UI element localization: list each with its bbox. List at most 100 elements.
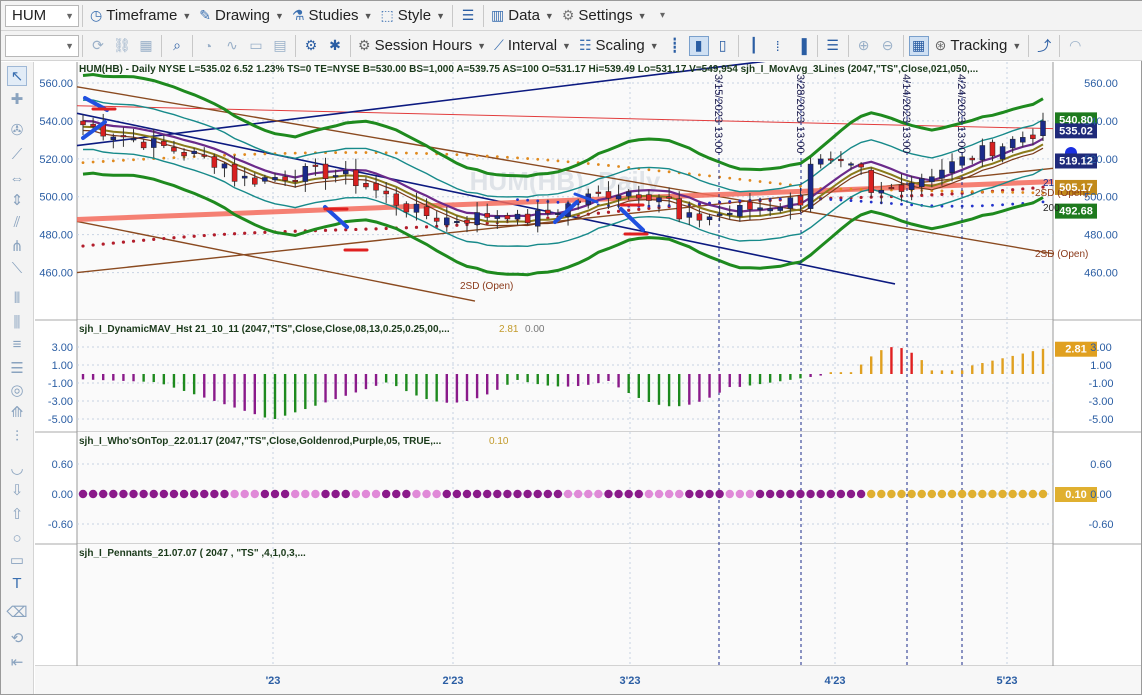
who-on-top-dot xyxy=(311,489,320,499)
candle-body xyxy=(312,164,319,167)
dotted-ma-orange xyxy=(526,157,530,160)
candle-body xyxy=(282,176,288,181)
price-tick-left: 520.00 xyxy=(39,154,73,166)
crosshair-icon[interactable]: ✚ xyxy=(7,89,27,109)
horizontal-arrows-icon[interactable]: ⇔ xyxy=(7,168,27,188)
arrow-down-icon[interactable]: ⇩ xyxy=(7,480,27,500)
chart-area[interactable]: HUM(HB), Daily 560.00 560.00 540.00 540.00 5… xyxy=(35,62,1141,694)
speed-lines-icon[interactable]: ⟰ xyxy=(7,402,27,422)
candle-body xyxy=(676,198,682,220)
studies-menu[interactable]: ⚗ Studies ▼ xyxy=(288,4,377,28)
divider xyxy=(816,34,818,57)
who-on-top-dot xyxy=(563,489,573,499)
pointer-icon[interactable]: ↖ xyxy=(7,66,27,86)
candle-body xyxy=(1009,138,1016,149)
candle-body xyxy=(787,197,794,209)
cycle-icon[interactable]: ⫶ xyxy=(7,426,27,446)
layout-icon[interactable]: ☰ xyxy=(458,6,478,26)
who-on-top-dot xyxy=(472,489,482,499)
interval-menu[interactable]: ⟋ Interval ▼ xyxy=(490,34,575,58)
toolbar-overflow-icon[interactable]: ▾ xyxy=(653,6,673,26)
dotted-ma-red xyxy=(334,228,338,232)
renko-icon[interactable]: ▐ xyxy=(792,36,812,56)
who-on-top-dot xyxy=(533,489,542,499)
circle-target-icon[interactable]: ◎ xyxy=(7,380,27,400)
arrow-up-icon[interactable]: ⇧ xyxy=(7,504,27,524)
candle-body xyxy=(231,163,238,182)
collapse-icon[interactable]: ⇤ xyxy=(7,652,27,672)
delete-drawings-icon[interactable]: ⟲ xyxy=(7,628,27,648)
scaling-menu[interactable]: ☷ Scaling ▼ xyxy=(575,34,663,58)
workspace-selector[interactable]: ▼ xyxy=(5,34,79,57)
channel-icon[interactable]: ⫽ xyxy=(7,212,27,232)
text-icon[interactable]: T xyxy=(7,573,27,593)
price-tick-left: 500.00 xyxy=(39,192,73,204)
ray-icon[interactable]: ⟍ xyxy=(7,258,27,278)
trend-add-icon[interactable]: ⤴ xyxy=(1034,36,1054,56)
divider xyxy=(161,34,162,57)
dotted-ma-orange xyxy=(122,158,125,162)
arc-icon[interactable]: ◡ xyxy=(7,458,27,478)
drawing-menu[interactable]: ✎ Drawing ▼ xyxy=(195,4,288,28)
volume-bars-icon[interactable]: ┃ xyxy=(744,36,764,56)
who-tick-left: 0.00 xyxy=(52,489,73,501)
window-icon[interactable]: ▭ xyxy=(246,36,266,56)
bars-icon[interactable]: ▤ xyxy=(270,36,290,56)
settings-label: Settings xyxy=(578,7,633,24)
hollow-candle-icon[interactable]: ▯ xyxy=(713,36,733,56)
candle-body xyxy=(898,184,905,192)
refresh-icon[interactable]: ⟳ xyxy=(88,36,108,56)
data-window-icon[interactable]: ▦ xyxy=(908,35,929,56)
eraser-icon[interactable]: ⌫ xyxy=(6,602,27,622)
timeframe-menu[interactable]: ◷ Timeframe ▼ xyxy=(86,4,195,28)
grid-icon[interactable]: ▦ xyxy=(136,36,156,56)
dotted-ma-blue xyxy=(526,198,530,202)
zoom-in-icon[interactable]: ⊕ xyxy=(854,36,874,56)
tracking-menu[interactable]: ⊛ Tracking ▼ xyxy=(931,34,1026,58)
format-icon[interactable]: ⚙ xyxy=(301,36,321,56)
settings-menu[interactable]: ⚙ Settings ▼ xyxy=(558,4,651,28)
who-on-top-dot xyxy=(725,489,734,499)
symbol-selector[interactable]: HUM ▼ xyxy=(5,4,79,27)
line-icon[interactable]: ⟋ xyxy=(7,144,27,164)
dotted-ma-red xyxy=(323,228,328,232)
dotted-ma-red xyxy=(101,242,105,246)
chart-canvas[interactable]: HUM(HB), Daily 560.00 560.00540.00 540.005… xyxy=(35,62,1141,694)
magnifier-icon[interactable]: ⌕ xyxy=(167,36,187,56)
candle-body xyxy=(757,207,763,211)
format-data-icon[interactable]: ✱ xyxy=(325,36,345,56)
candlestick-icon[interactable]: ▮ xyxy=(688,35,709,56)
dotted-ma-red xyxy=(950,192,954,196)
panels-icon[interactable]: ☰ xyxy=(823,36,843,56)
dotted-ma-red xyxy=(404,226,408,230)
pitchfork-icon[interactable]: ⋔ xyxy=(7,236,27,256)
who-on-top-dot xyxy=(483,489,492,499)
who-on-top-dot xyxy=(856,489,866,499)
levels-icon[interactable]: ☰ xyxy=(7,358,27,378)
vertical-arrows-icon[interactable]: ⇕ xyxy=(7,190,27,210)
who-on-top-dot xyxy=(452,489,462,499)
candle-body xyxy=(423,206,430,217)
fib-retracement-icon[interactable]: ⦀ xyxy=(7,288,27,308)
point-figure-icon[interactable]: ⁞ xyxy=(768,36,788,56)
style-menu[interactable]: ⬚ Style ▼ xyxy=(376,4,449,28)
rectangle-icon[interactable]: ▭ xyxy=(7,550,27,570)
ellipse-icon[interactable]: ○ xyxy=(7,528,27,548)
candle-body xyxy=(150,138,157,148)
speedometer-icon[interactable]: ◠ xyxy=(1065,36,1085,56)
dotted-ma-red xyxy=(637,207,641,211)
wrench-icon[interactable]: ✇ xyxy=(7,120,27,140)
dotted-ma-orange xyxy=(778,182,782,186)
panel2-value: 2.81 xyxy=(499,324,519,335)
wave-icon[interactable]: ∿ xyxy=(222,36,242,56)
data-menu[interactable]: ▥ Data ▼ xyxy=(487,4,558,28)
dotted-ma-orange xyxy=(708,174,711,178)
fib-time-icon[interactable]: ⫼ xyxy=(7,312,27,332)
gann-icon[interactable]: ≡ xyxy=(7,334,27,354)
speed-icon[interactable]: ◔ xyxy=(198,36,218,56)
link-icon[interactable]: ⛓ xyxy=(112,36,132,56)
session-hours-menu[interactable]: ⚙ Session Hours ▼ xyxy=(354,34,490,58)
zoom-out-icon[interactable]: ⊖ xyxy=(878,36,898,56)
bar-chart-icon[interactable]: ┋ xyxy=(665,36,685,56)
who-on-top-dot xyxy=(402,489,411,499)
